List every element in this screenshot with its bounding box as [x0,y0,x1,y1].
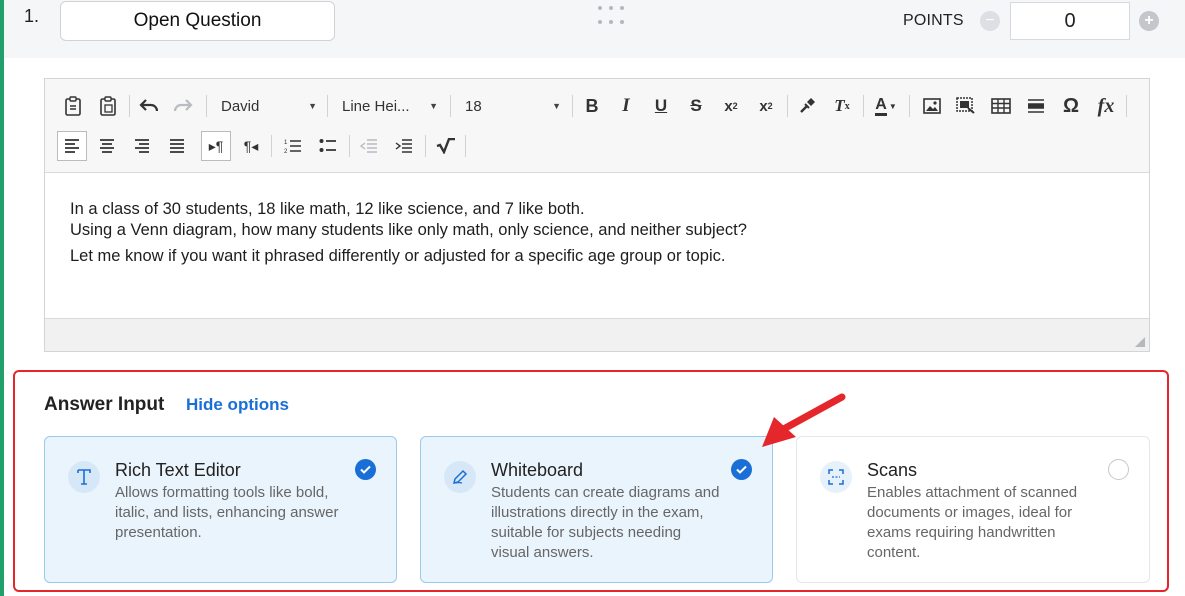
math-equation-icon[interactable] [431,131,461,161]
rich-text-editor-option[interactable]: Rich Text Editor Allows formatting tools… [44,436,397,583]
bulleted-list-icon[interactable] [313,131,343,161]
undo-icon[interactable] [134,91,164,121]
line-height-value: Line Hei... [342,97,410,115]
rich-text-editor: David ▼ Line Hei... ▼ 18 ▼ B I U S x2 x2… [44,78,1150,352]
resize-handle-icon[interactable] [1135,337,1145,347]
pen-icon [444,461,476,493]
italic-icon[interactable]: I [611,91,641,121]
paste-icon[interactable] [58,91,88,121]
editor-line: Let me know if you want it phrased diffe… [70,247,726,265]
editor-toolbar: David ▼ Line Hei... ▼ 18 ▼ B I U S x2 x2… [45,79,1149,173]
editor-statusbar [45,318,1149,351]
font-size-dropdown[interactable]: 18 ▼ [465,91,561,121]
font-family-dropdown[interactable]: David ▼ [221,91,317,121]
align-right-icon[interactable] [127,131,157,161]
outdent-icon[interactable] [354,131,384,161]
format-painter-icon[interactable] [792,91,822,121]
hide-options-link[interactable]: Hide options [186,395,289,415]
points-label: POINTS [903,12,964,29]
option-title: Whiteboard [491,460,584,480]
indent-icon[interactable] [389,131,419,161]
red-arrow-annotation [762,393,846,447]
text-format-icon [68,461,100,493]
svg-text:1: 1 [284,140,288,146]
checkmark-icon[interactable] [731,459,752,480]
ltr-direction-icon[interactable]: ▸¶ [201,131,231,161]
editor-content[interactable]: In a class of 30 students, 18 like math,… [70,199,1130,267]
table-icon[interactable] [986,91,1016,121]
subscript-icon[interactable]: x2 [716,91,746,121]
increase-points-button[interactable]: + [1139,11,1159,31]
media-icon[interactable] [951,91,981,121]
align-justify-icon[interactable] [162,131,192,161]
font-color-icon[interactable]: A ▼ [868,91,904,121]
font-family-value: David [221,97,260,115]
option-description: Allows formatting tools like bold, itali… [115,484,339,541]
clear-format-icon[interactable]: Tx [827,91,857,121]
drag-handle-icon[interactable] [598,6,628,28]
chevron-down-icon: ▼ [308,101,317,111]
superscript-icon[interactable]: x2 [751,91,781,121]
formula-icon[interactable]: fx [1091,91,1121,121]
editor-line: Using a Venn diagram, how many students … [70,221,747,239]
line-height-dropdown[interactable]: Line Hei... ▼ [342,91,438,121]
horizontal-rule-icon[interactable] [1021,91,1051,121]
paste-as-text-icon[interactable] [93,91,123,121]
points-input[interactable]: 0 [1010,2,1130,40]
option-description: Students can create diagrams and illustr… [491,484,720,561]
scan-icon [820,461,852,493]
svg-text:2: 2 [284,149,288,154]
rtl-direction-icon[interactable]: ¶◂ [236,131,266,161]
align-center-icon[interactable] [92,131,122,161]
bold-icon[interactable]: B [577,91,607,121]
underline-icon[interactable]: U [646,91,676,121]
option-title: Scans [867,460,918,480]
align-left-icon[interactable] [57,131,87,161]
option-description: Enables attachment of scanned documents … [867,484,1078,561]
editor-line: In a class of 30 students, 18 like math,… [70,200,585,218]
question-number: 1. [24,6,40,26]
numbered-list-icon[interactable]: 12 [278,131,308,161]
redo-icon[interactable] [168,91,198,121]
image-icon[interactable] [917,91,947,121]
special-character-icon[interactable]: Ω [1056,91,1086,121]
chevron-down-icon: ▼ [552,101,561,111]
question-type-button[interactable]: Open Question [60,1,335,41]
strikethrough-icon[interactable]: S [681,91,711,121]
option-title: Rich Text Editor [115,460,241,480]
chevron-down-icon: ▼ [429,101,438,111]
unchecked-radio-icon[interactable] [1108,459,1129,480]
scans-option[interactable]: Scans Enables attachment of scanned docu… [796,436,1150,583]
answer-input-title: Answer Input [44,394,165,415]
decrease-points-button[interactable]: − [980,11,1000,31]
checkmark-icon[interactable] [355,459,376,480]
whiteboard-option[interactable]: Whiteboard Students can create diagrams … [420,436,773,583]
font-size-value: 18 [465,97,482,115]
